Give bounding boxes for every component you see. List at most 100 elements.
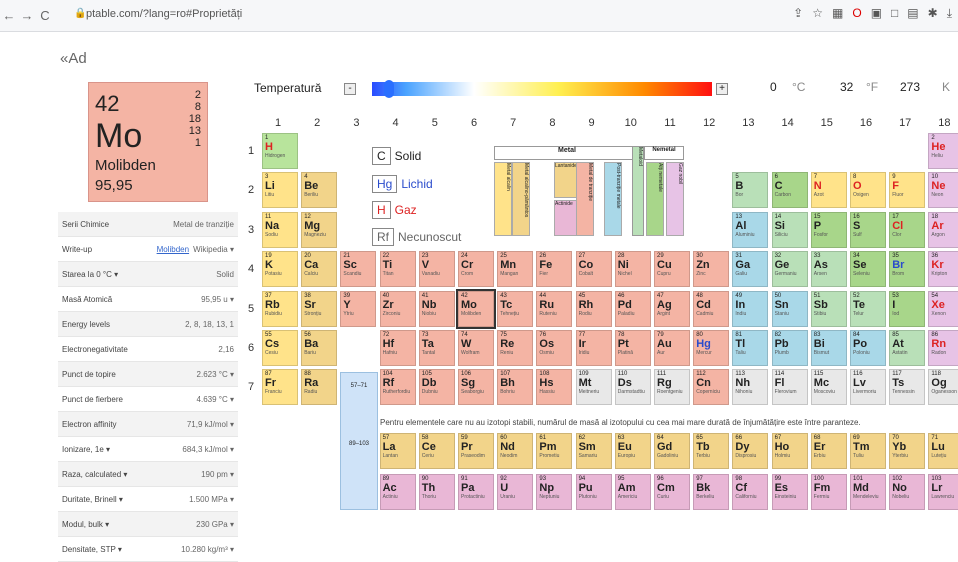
address-bar[interactable]: ptable.com/?lang=ro#Proprietăți	[86, 8, 242, 20]
element-Pb[interactable]: 82 Pb Plumb	[771, 330, 808, 366]
puzzle-icon[interactable]: ✱	[928, 6, 938, 21]
element-Ta[interactable]: 73 Ta Tantal	[418, 330, 455, 366]
square-icon[interactable]: □	[891, 6, 898, 21]
element-I[interactable]: 53 I Iod	[889, 290, 926, 327]
property-row[interactable]: Starea la 0 °C ▾ Solid	[58, 262, 238, 287]
element-Kr[interactable]: 36 Kr Kripton	[928, 251, 958, 288]
temperature-slider-handle[interactable]	[384, 80, 394, 98]
temperature-increase-button[interactable]: +	[716, 83, 728, 95]
period-number-4[interactable]: 4	[248, 263, 254, 275]
element-Cu[interactable]: 29 Cu Cupru	[654, 251, 690, 288]
property-row[interactable]: Punct de topire 2.623 °C ▾	[58, 362, 238, 387]
element-Mc[interactable]: 115 Mc Moscoviu	[810, 369, 847, 406]
element-Po[interactable]: 84 Po Poloniu	[850, 330, 886, 366]
element-Au[interactable]: 79 Au Aur	[654, 330, 690, 366]
element-Hs[interactable]: 108 Hs Hassiu	[536, 369, 573, 406]
element-Ce[interactable]: 58 Ce Ceriu	[418, 433, 455, 469]
element-Ni[interactable]: 28 Ni Nichel	[614, 251, 651, 288]
element-Tc[interactable]: 43 Tc Tehnețiu	[497, 290, 534, 327]
property-row[interactable]: Serii Chimice Metal de tranziție	[58, 212, 238, 237]
property-row[interactable]: Modul, bulk ▾ 230 GPa ▾	[58, 512, 238, 537]
element-Pd[interactable]: 46 Pd Paladiu	[614, 290, 651, 327]
element-Sc[interactable]: 21 Sc Scandiu	[340, 251, 377, 288]
reload-icon[interactable]: C	[36, 8, 54, 23]
element-Yb[interactable]: 70 Yb Yterbiu	[889, 433, 926, 469]
element-At[interactable]: 85 At Astatin	[889, 330, 926, 366]
fahrenheit-input[interactable]: 32	[840, 80, 853, 94]
element-Nb[interactable]: 41 Nb Niobiu	[418, 290, 455, 327]
element-Ti[interactable]: 22 Ti Titan	[379, 251, 416, 288]
group-number-4[interactable]: 4	[378, 117, 414, 129]
group-number-7[interactable]: 7	[495, 117, 531, 129]
property-row[interactable]: Ionizare, 1e ▾ 684,3 kJ/mol ▾	[58, 437, 238, 462]
element-Sm[interactable]: 62 Sm Samariu	[575, 433, 612, 469]
group-number-6[interactable]: 6	[456, 117, 492, 129]
element-Mn[interactable]: 25 Mn Mangan	[497, 251, 534, 288]
element-Mg[interactable]: 12 Mg Magneziu	[301, 211, 338, 248]
element-V[interactable]: 23 V Vanadiu	[418, 251, 455, 288]
period-number-6[interactable]: 6	[248, 342, 254, 354]
element-Na[interactable]: 11 Na Sodiu	[262, 211, 298, 248]
element-Pm[interactable]: 61 Pm Prometiu	[536, 433, 573, 469]
ad-label[interactable]: «Ad	[60, 50, 87, 67]
group-number-10[interactable]: 10	[613, 117, 649, 129]
element-Ba[interactable]: 56 Ba Bariu	[301, 330, 338, 366]
grid-icon[interactable]: ▦	[832, 6, 843, 21]
temperature-decrease-button[interactable]: -	[344, 83, 356, 95]
element-Xe[interactable]: 54 Xe Xenon	[928, 290, 958, 327]
element-Bi[interactable]: 83 Bi Bismut	[810, 330, 847, 366]
element-Eu[interactable]: 63 Eu Europiu	[614, 433, 651, 469]
element-Rh[interactable]: 45 Rh Rodiu	[575, 290, 612, 327]
element-Sg[interactable]: 106 Sg Seaborgiu	[458, 369, 494, 406]
group-number-13[interactable]: 13	[730, 117, 766, 129]
group-number-18[interactable]: 18	[926, 117, 958, 129]
legend-category-7[interactable]: Gaz nobil	[666, 162, 684, 236]
group-number-16[interactable]: 16	[848, 117, 884, 129]
element-Pr[interactable]: 59 Pr Praseodim	[458, 433, 494, 469]
element-In[interactable]: 49 In Indiu	[732, 290, 769, 327]
element-Tb[interactable]: 65 Tb Terbiu	[693, 433, 730, 469]
download-icon[interactable]: ⤓	[947, 6, 952, 21]
element-Ts[interactable]: 117 Ts Tennessin	[889, 369, 926, 406]
group-number-8[interactable]: 8	[534, 117, 570, 129]
element-Re[interactable]: 75 Re Reniu	[497, 330, 534, 366]
element-Gd[interactable]: 64 Gd Gadoliniu	[654, 433, 690, 469]
element-Er[interactable]: 68 Er Erbiu	[810, 433, 847, 469]
element-Y[interactable]: 39 Y Ytriu	[340, 290, 377, 327]
element-Ag[interactable]: 47 Ag Argint	[654, 290, 690, 327]
element-Cn[interactable]: 112 Cn Coperniciu	[693, 369, 730, 406]
legend-category-0[interactable]: Metal alcalin	[494, 162, 512, 236]
element-Rf[interactable]: 104 Rf Rutherfordiu	[379, 369, 416, 406]
element-K[interactable]: 19 K Potasiu	[262, 251, 298, 288]
element-Ne[interactable]: 10 Ne Neon	[928, 172, 958, 209]
save-icon[interactable]: ▤	[907, 6, 918, 21]
element-Hg[interactable]: 80 Hg Mercur	[693, 330, 730, 366]
group-number-1[interactable]: 1	[260, 117, 296, 129]
element-Md[interactable]: 101 Md Mendeleviu	[850, 474, 886, 510]
element-Th[interactable]: 90 Th Thoriu	[418, 474, 455, 510]
element-No[interactable]: 102 No Nobeliu	[889, 474, 926, 510]
legend-category-4[interactable]: Metal de tranziție	[576, 162, 594, 236]
element-Cl[interactable]: 17 Cl Clor	[889, 211, 926, 248]
property-row[interactable]: Write-up Molibden Wikipedia ▾	[58, 237, 238, 262]
element-Ho[interactable]: 67 Ho Holmiu	[771, 433, 808, 469]
element-W[interactable]: 74 W Wolfram	[458, 330, 494, 366]
element-Si[interactable]: 14 Si Siliciu	[771, 211, 808, 248]
period-number-2[interactable]: 2	[248, 184, 254, 196]
element-Rn[interactable]: 86 Rn Radon	[928, 330, 958, 366]
element-Cr[interactable]: 24 Cr Crom	[458, 251, 494, 288]
element-Og[interactable]: 118 Og Oganesson	[928, 369, 958, 406]
back-icon[interactable]: ←	[0, 8, 18, 23]
element-Zr[interactable]: 40 Zr Zirconiu	[379, 290, 416, 327]
element-Ge[interactable]: 32 Ge Germaniu	[771, 251, 808, 288]
group-number-9[interactable]: 9	[574, 117, 610, 129]
element-Sn[interactable]: 50 Sn Staniu	[771, 290, 808, 327]
element-Np[interactable]: 93 Np Neptuniu	[536, 474, 573, 510]
element-Cf[interactable]: 98 Cf Californiu	[732, 474, 769, 510]
element-Pa[interactable]: 91 Pa Protactiniu	[458, 474, 494, 510]
element-U[interactable]: 92 U Uraniu	[497, 474, 534, 510]
period-number-7[interactable]: 7	[248, 381, 254, 393]
period-number-1[interactable]: 1	[248, 145, 254, 157]
element-Br[interactable]: 35 Br Brom	[889, 251, 926, 288]
element-Es[interactable]: 99 Es Einsteiniu	[771, 474, 808, 510]
